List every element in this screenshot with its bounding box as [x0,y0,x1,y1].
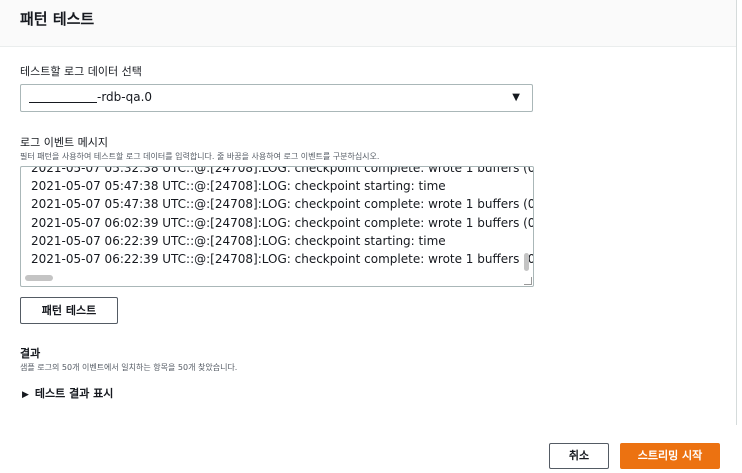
log-events-label: 로그 이벤트 메시지 [20,136,108,149]
log-line: 2021-05-07 05:32:38 UTC::@:[24708]:LOG: … [31,166,534,175]
toggle-label: 테스트 결과 표시 [34,387,114,400]
panel-title: 패턴 테스트 [20,10,95,28]
results-description: 샘플 로그의 50개 이벤트에서 일치하는 항목을 50개 찾았습니다. [20,363,238,372]
caret-down-icon: ▼ [512,92,520,103]
results-label: 결과 [20,347,41,360]
start-streaming-button[interactable]: 스트리밍 시작 [620,443,720,469]
pattern-test-panel: 패턴 테스트 테스트할 로그 데이터 선택 -rdb-qa.0 ▼ 로그 이벤트… [0,0,737,425]
log-events-description: 필터 패턴을 사용하여 테스트할 로그 데이터를 입력합니다. 줄 바꿈을 사용… [20,152,380,161]
log-line: 2021-05-07 06:02:39 UTC::@:[24708]:LOG: … [31,216,534,230]
select-value: -rdb-qa.0 [97,90,153,104]
log-data-select[interactable]: -rdb-qa.0 ▼ [20,84,533,112]
panel-header: 패턴 테스트 [0,0,736,47]
horizontal-scrollbar[interactable] [25,275,53,281]
log-line: 2021-05-07 05:47:38 UTC::@:[24708]:LOG: … [31,179,446,193]
show-test-results-toggle[interactable]: ▶ 테스트 결과 표시 [22,385,113,401]
log-events-textarea[interactable]: 2021-05-07 05:32:38 UTC::@:[24708]:LOG: … [20,166,534,287]
cancel-button[interactable]: 취소 [549,443,609,469]
masked-text [29,102,97,103]
pattern-test-button[interactable]: 패턴 테스트 [20,297,118,324]
log-line: 2021-05-07 05:47:38 UTC::@:[24708]:LOG: … [31,197,534,211]
log-line: 2021-05-07 06:22:39 UTC::@:[24708]:LOG: … [31,252,534,266]
vertical-scrollbar[interactable] [524,253,529,271]
log-select-label: 테스트할 로그 데이터 선택 [20,65,142,78]
resize-handle-icon[interactable] [524,277,532,285]
caret-right-icon: ▶ [22,390,29,400]
log-line: 2021-05-07 06:22:39 UTC::@:[24708]:LOG: … [31,234,446,248]
